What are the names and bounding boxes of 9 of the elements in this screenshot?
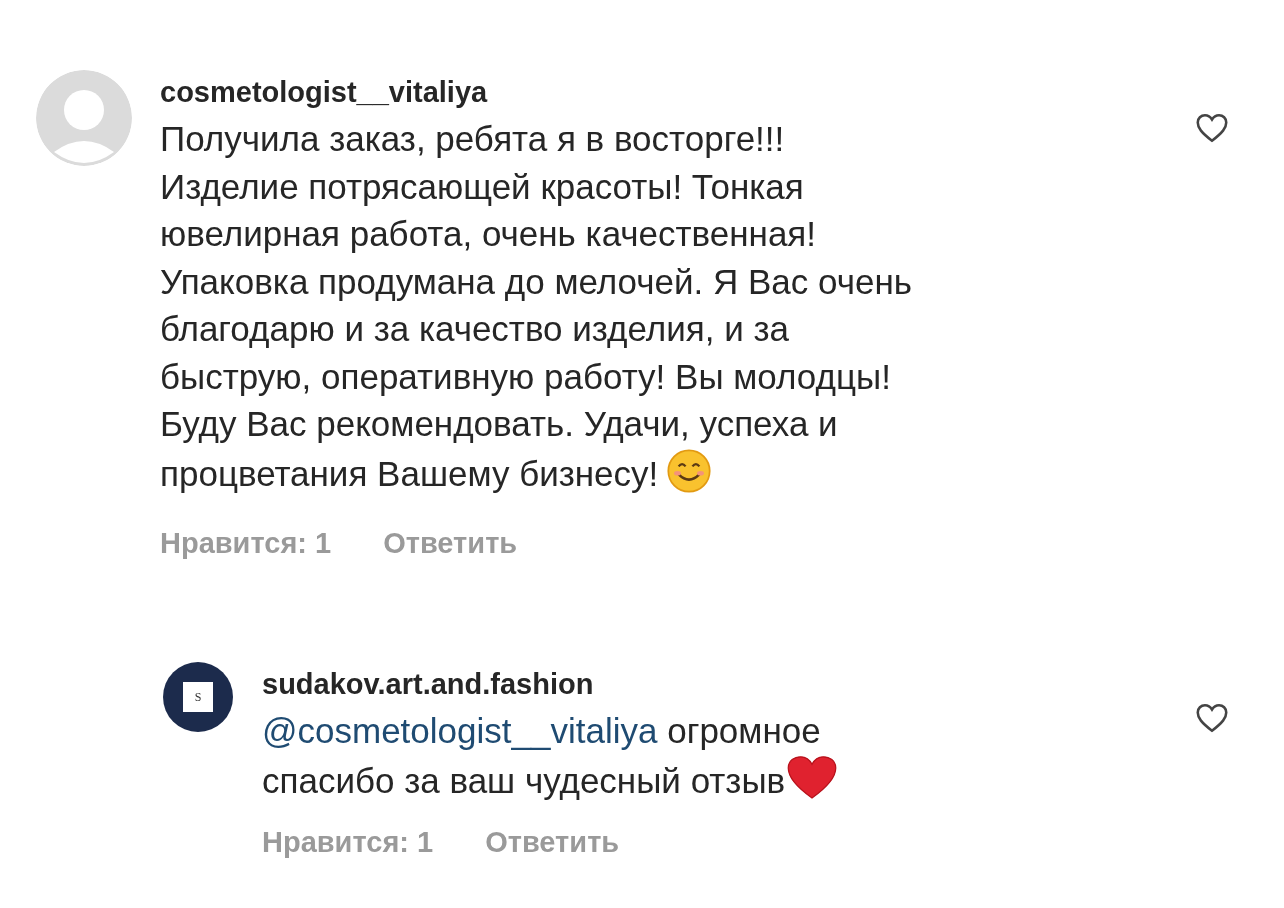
heart-icon bbox=[787, 754, 838, 801]
comment-text: Получила заказ, ребята я в восторге!!! Изделие потрясающей красоты! Тонкая ювелирная работа, очень качественная! Упаковка продумана до мелочей. Я Вас очень благодарю и за качество изделия, и за быструю, оперативную работу! Вы молодцы! Буду Вас рекомендовать. Удачи, успеха и процветания Вашему бизнесу! bbox=[160, 118, 912, 496]
mention-link[interactable]: @cosmetologist__vitaliya bbox=[262, 711, 658, 750]
smiling-face-icon bbox=[666, 447, 713, 494]
logo-letter: S bbox=[183, 682, 213, 712]
username[interactable]: cosmetologist__vitaliya bbox=[160, 76, 912, 109]
comment-text: @cosmetologist__vitaliya огромное спасибо за ваш чудесный отзыв bbox=[262, 707, 838, 804]
username[interactable]: sudakov.art.and.fashion bbox=[262, 668, 838, 701]
avatar[interactable]: S bbox=[163, 662, 233, 732]
